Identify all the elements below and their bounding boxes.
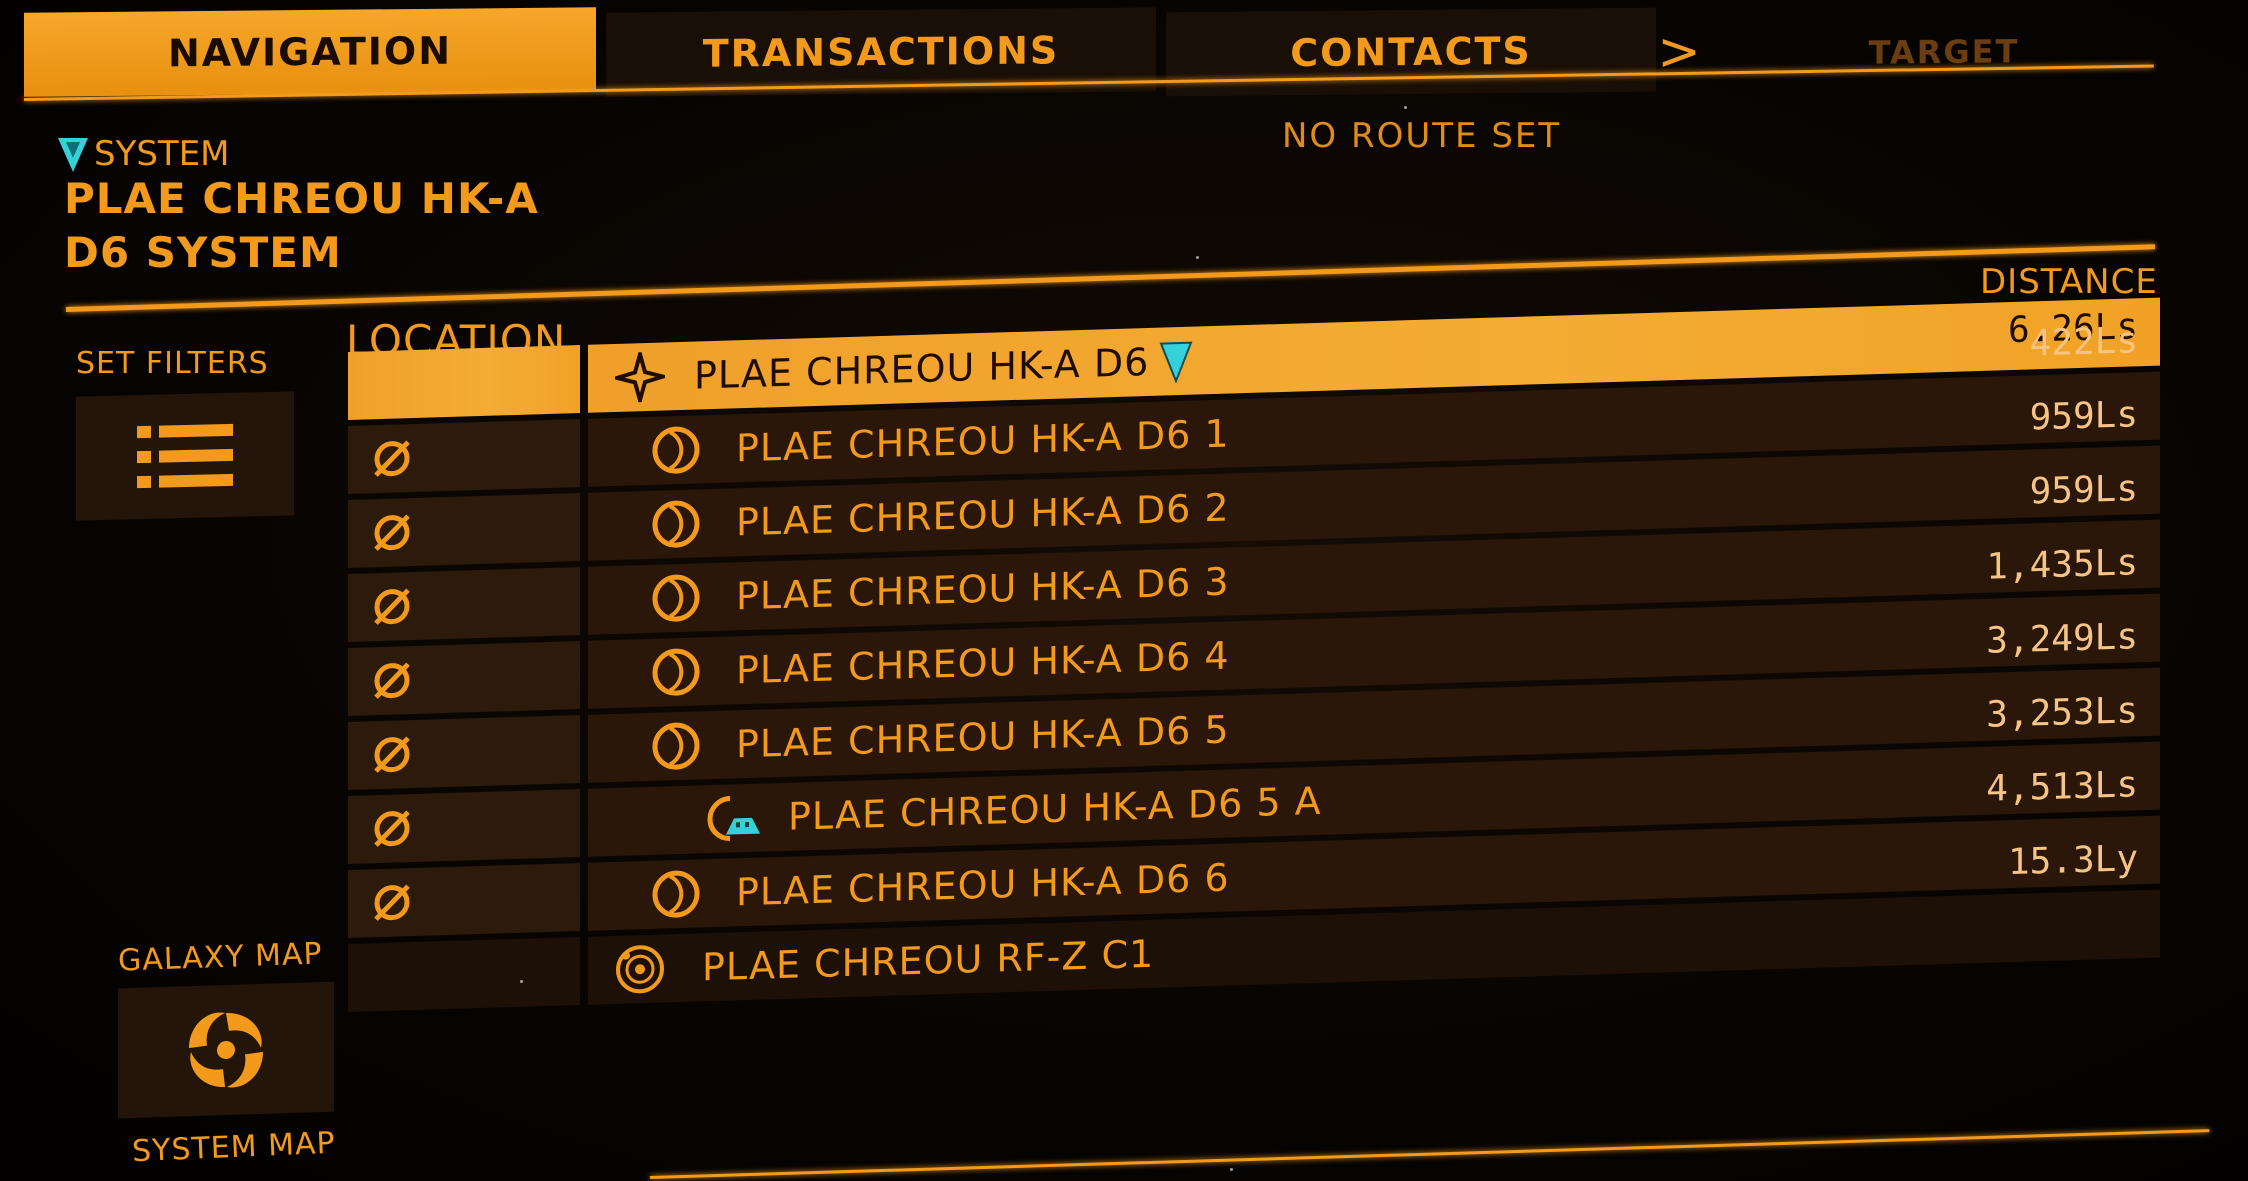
no-landing-icon xyxy=(374,662,410,699)
system-name-line1: PLAE CHREOU HK-A xyxy=(64,174,539,223)
planet-icon xyxy=(644,497,708,551)
system-name: PLAE CHREOU HK-A D6 SYSTEM xyxy=(64,172,624,280)
row-category-cell xyxy=(348,567,580,642)
row-distance: 422Ls xyxy=(2029,320,2138,365)
location-marker-icon xyxy=(58,138,88,172)
no-landing-icon xyxy=(374,810,410,847)
set-filters-button[interactable] xyxy=(76,391,294,521)
row-distance: 15.3Ly xyxy=(2007,838,2138,884)
galaxy-map-label: GALAXY MAP xyxy=(117,936,324,979)
row-location-name: PLAE CHREOU HK-A D6 xyxy=(694,339,1150,398)
row-category-cell xyxy=(348,789,580,864)
background-star xyxy=(1404,106,1407,109)
row-location-name: PLAE CHREOU HK-A D6 3 xyxy=(736,559,1230,619)
system-icon xyxy=(608,942,672,996)
row-location-name: PLAE CHREOU HK-A D6 1 xyxy=(736,411,1230,471)
row-category-cell xyxy=(348,641,580,716)
tab-navigation[interactable]: NAVIGATION xyxy=(24,7,596,97)
row-location-name: PLAE CHREOU HK-A D6 5 A xyxy=(788,778,1322,839)
row-location-name: PLAE CHREOU HK-A D6 6 xyxy=(736,855,1230,915)
background-star xyxy=(1230,1168,1233,1171)
system-name-line2: D6 SYSTEM xyxy=(64,228,342,277)
column-header-distance[interactable]: DISTANCE xyxy=(1980,262,2158,302)
landable-planet-icon xyxy=(700,792,764,846)
row-category-cell xyxy=(348,345,580,420)
tab-target[interactable]: TARGET xyxy=(1714,8,2174,96)
tab-transactions-label: TRANSACTIONS xyxy=(702,28,1060,76)
row-category-cell xyxy=(348,937,580,1012)
planet-icon xyxy=(644,645,708,699)
row-distance: 1,435Ls xyxy=(1986,542,2138,588)
row-location-name: PLAE CHREOU HK-A D6 2 xyxy=(736,485,1230,545)
row-distance: 3,249Ls xyxy=(1986,616,2138,662)
row-distance: 3,253Ls xyxy=(1986,690,2138,736)
background-star xyxy=(1196,256,1199,259)
planet-icon xyxy=(644,867,708,921)
row-location-name: PLAE CHREOU RF-Z C1 xyxy=(702,931,1155,990)
planet-icon xyxy=(644,423,708,477)
system-label-text: SYSTEM xyxy=(94,134,230,174)
nav-panel: NAVIGATION TRANSACTIONS CONTACTS > TARGE… xyxy=(0,0,2248,1181)
row-category-cell xyxy=(348,419,580,494)
planet-icon xyxy=(644,571,708,625)
tab-more-arrow[interactable]: > xyxy=(1656,10,1704,94)
no-landing-icon xyxy=(374,884,410,921)
no-landing-icon xyxy=(374,588,410,625)
divider-bottom xyxy=(649,1129,2210,1179)
galaxy-map-button[interactable] xyxy=(118,981,334,1119)
row-category-cell xyxy=(348,715,580,790)
tab-target-label: TARGET xyxy=(1868,32,2020,72)
star-icon xyxy=(608,351,672,403)
row-category-cell xyxy=(348,863,580,938)
galaxy-icon xyxy=(189,1012,263,1088)
row-location-name: PLAE CHREOU HK-A D6 5 xyxy=(736,707,1230,767)
system-label: SYSTEM xyxy=(56,134,230,174)
list-icon xyxy=(137,423,233,489)
tab-contacts[interactable]: CONTACTS xyxy=(1166,7,1656,97)
tab-contacts-label: CONTACTS xyxy=(1290,28,1532,76)
row-distance: 959Ls xyxy=(2029,394,2138,439)
row-distance: 4,513Ls xyxy=(1986,764,2138,810)
row-distance: 959Ls xyxy=(2029,468,2138,513)
no-landing-icon xyxy=(374,736,410,773)
system-map-label[interactable]: SYSTEM MAP xyxy=(131,1126,336,1169)
row-category-cell xyxy=(348,493,580,568)
row-location-name: PLAE CHREOU HK-A D6 4 xyxy=(736,633,1230,693)
location-table: PLAE CHREOU HK-A D6 6.26Ls PLAE CHREOU H… xyxy=(348,297,2160,1102)
route-status: NO ROUTE SET xyxy=(1282,116,1562,156)
background-star xyxy=(520,980,523,983)
no-landing-icon xyxy=(374,440,410,477)
location-marker-icon xyxy=(1159,341,1193,384)
planet-icon xyxy=(644,719,708,773)
no-landing-icon xyxy=(374,514,410,551)
tab-navigation-label: NAVIGATION xyxy=(168,28,452,76)
set-filters-label: SET FILTERS xyxy=(76,346,269,381)
